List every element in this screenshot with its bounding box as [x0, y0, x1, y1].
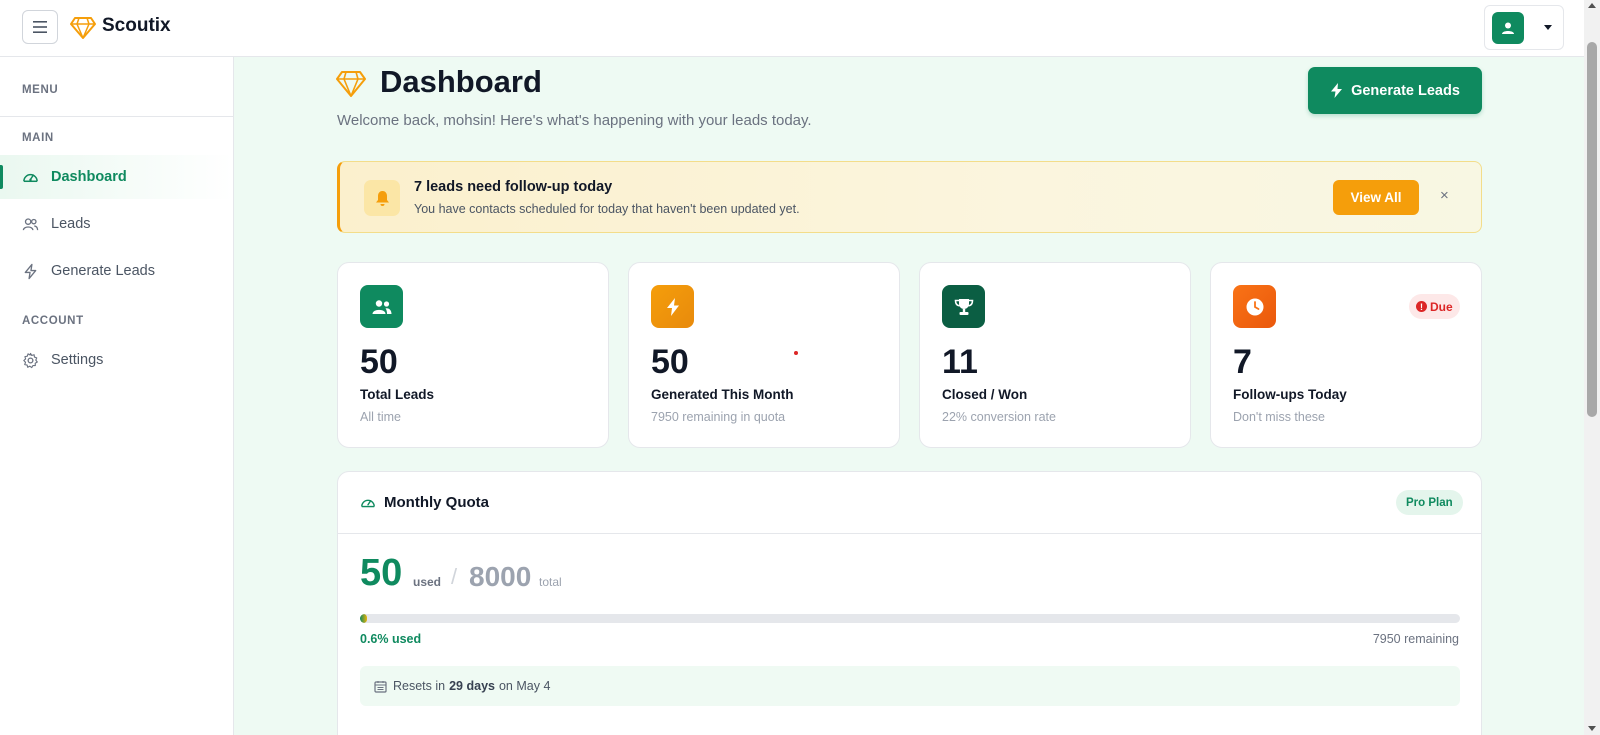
sidebar-item-label: Generate Leads: [51, 263, 155, 279]
user-icon: [1502, 22, 1514, 34]
due-badge: ! Due: [1409, 294, 1460, 319]
quota-progress-bar: [360, 614, 1460, 623]
alert-text: You have contacts scheduled for today th…: [414, 202, 800, 216]
quota-progress-fill: [360, 614, 367, 623]
scroll-up-arrow-icon[interactable]: [1588, 3, 1596, 8]
sidebar-section-account: ACCOUNT: [22, 315, 84, 327]
stat-label: Generated This Month: [651, 387, 794, 402]
quota-remaining: 7950 remaining: [1372, 632, 1459, 646]
users-icon: [22, 217, 39, 230]
gear-icon: [23, 352, 38, 368]
bolt-icon: [1331, 83, 1343, 98]
alert-circle-icon: !: [1416, 301, 1427, 312]
sidebar-item-settings[interactable]: Settings: [0, 338, 233, 382]
stat-icon-box: [1233, 285, 1276, 328]
app-name[interactable]: Scoutix: [102, 15, 171, 37]
avatar: [1492, 12, 1524, 44]
stat-card-total-leads[interactable]: 50 Total Leads All time: [337, 262, 609, 448]
sidebar-item-generate-leads[interactable]: Generate Leads: [0, 249, 233, 293]
stat-value: 50: [651, 343, 689, 381]
trophy-icon: [954, 298, 973, 315]
monthly-quota-card: Monthly Quota Pro Plan 50 used / 8000 to…: [337, 471, 1482, 735]
hamburger-icon: [33, 21, 47, 33]
plan-badge: Pro Plan: [1396, 490, 1463, 515]
top-bar: Scoutix: [0, 0, 1584, 57]
generate-leads-button[interactable]: Generate Leads: [1308, 67, 1482, 114]
stat-label: Follow-ups Today: [1233, 387, 1347, 402]
alert-icon-box: [364, 180, 400, 216]
calendar-icon: [374, 680, 387, 693]
menu-toggle-button[interactable]: [22, 10, 58, 44]
stat-card-generated-month[interactable]: 50 Generated This Month 7950 remaining i…: [628, 262, 900, 448]
page-scrollbar[interactable]: [1584, 0, 1600, 735]
reset-suffix: on May 4: [498, 679, 551, 693]
page-title: Dashboard: [380, 64, 542, 99]
scroll-down-arrow-icon[interactable]: [1588, 726, 1596, 731]
dashboard-gauge-icon: [23, 173, 38, 182]
alert-title: 7 leads need follow-up today: [414, 179, 613, 195]
dashboard-gauge-icon: [361, 499, 375, 508]
quota-reset-info: Resets in 29 days on May 4: [360, 666, 1460, 706]
stat-value: 50: [360, 343, 398, 381]
quota-percent-used: 0.6% used: [360, 632, 422, 646]
sidebar-item-label: Leads: [51, 216, 91, 232]
due-badge-label: Due: [1430, 299, 1453, 314]
sidebar-item-leads[interactable]: Leads: [0, 202, 233, 246]
reset-prefix: Resets in: [393, 679, 446, 693]
quota-separator: /: [451, 564, 458, 589]
generate-leads-label: Generate Leads: [1351, 82, 1460, 99]
quota-total-label: total: [539, 575, 562, 589]
stat-subtext: Don't miss these: [1233, 410, 1326, 424]
clock-icon: [1246, 298, 1263, 315]
stat-label: Closed / Won: [942, 387, 1028, 402]
stat-card-closed-won[interactable]: 11 Closed / Won 22% conversion rate: [919, 262, 1191, 448]
quota-card-header: Monthly Quota Pro Plan: [338, 472, 1481, 534]
stat-icon-box: [651, 285, 694, 328]
sidebar-item-dashboard[interactable]: Dashboard: [0, 155, 233, 199]
reset-days: 29 days: [449, 679, 495, 693]
sidebar-item-label: Dashboard: [51, 169, 127, 185]
sidebar: MENU MAIN Dashboard Leads Generate Leads…: [0, 57, 234, 735]
sidebar-divider: [0, 116, 233, 117]
stat-icon-box: [942, 285, 985, 328]
stat-label: Total Leads: [360, 387, 435, 402]
stat-subtext: All time: [360, 410, 401, 424]
scroll-thumb[interactable]: [1587, 42, 1597, 417]
quota-total-value: 8000: [469, 561, 532, 592]
diamond-icon: [336, 71, 366, 97]
bolt-icon: [24, 263, 37, 279]
users-icon: [372, 299, 391, 314]
stat-subtext: 7950 remaining in quota: [651, 410, 786, 424]
view-all-button[interactable]: View All: [1333, 180, 1419, 215]
bell-icon: [375, 190, 389, 206]
sidebar-item-label: Settings: [51, 352, 104, 368]
stat-card-follow-ups[interactable]: ! Due 7 Follow-ups Today Don't miss thes…: [1210, 262, 1482, 448]
stat-value: 11: [942, 343, 978, 381]
chevron-down-icon: [1544, 25, 1552, 30]
page-subtitle: Welcome back, mohsin! Here's what's happ…: [337, 112, 812, 129]
bolt-icon: [666, 297, 679, 316]
stat-icon-box: [360, 285, 403, 328]
notification-dot: [794, 351, 798, 355]
stat-subtext: 22% conversion rate: [942, 410, 1056, 424]
close-icon[interactable]: ×: [1440, 187, 1449, 204]
follow-up-alert: 7 leads need follow-up today You have co…: [337, 161, 1482, 233]
quota-title: Monthly Quota: [384, 494, 489, 511]
quota-used-value: 50: [360, 552, 403, 594]
user-menu-button[interactable]: [1484, 5, 1564, 50]
sidebar-section-main: MAIN: [22, 132, 54, 144]
quota-used-label: used: [413, 575, 442, 589]
diamond-logo-icon: [70, 17, 96, 39]
stat-value: 7: [1233, 343, 1252, 381]
sidebar-section-menu: MENU: [22, 84, 59, 96]
